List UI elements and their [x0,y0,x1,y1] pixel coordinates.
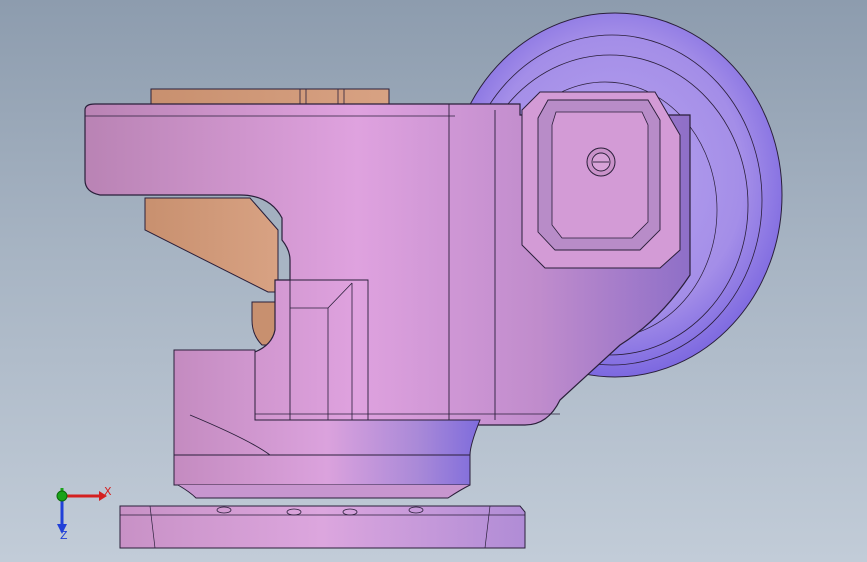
cad-graphics-viewport[interactable]: X Z [0,0,867,562]
coordinate-triad: X Z [44,482,124,544]
inner-lever-bracket[interactable] [144,197,283,346]
axle-bolt[interactable] [586,147,616,177]
triad-x-label: X [104,485,112,498]
caster-wheel-model[interactable] [0,0,867,562]
triad-z-label: Z [60,529,68,542]
triad-origin-icon [56,490,68,502]
bottom-mounting-plate[interactable] [119,505,526,549]
triad-axes-icon [56,488,107,534]
